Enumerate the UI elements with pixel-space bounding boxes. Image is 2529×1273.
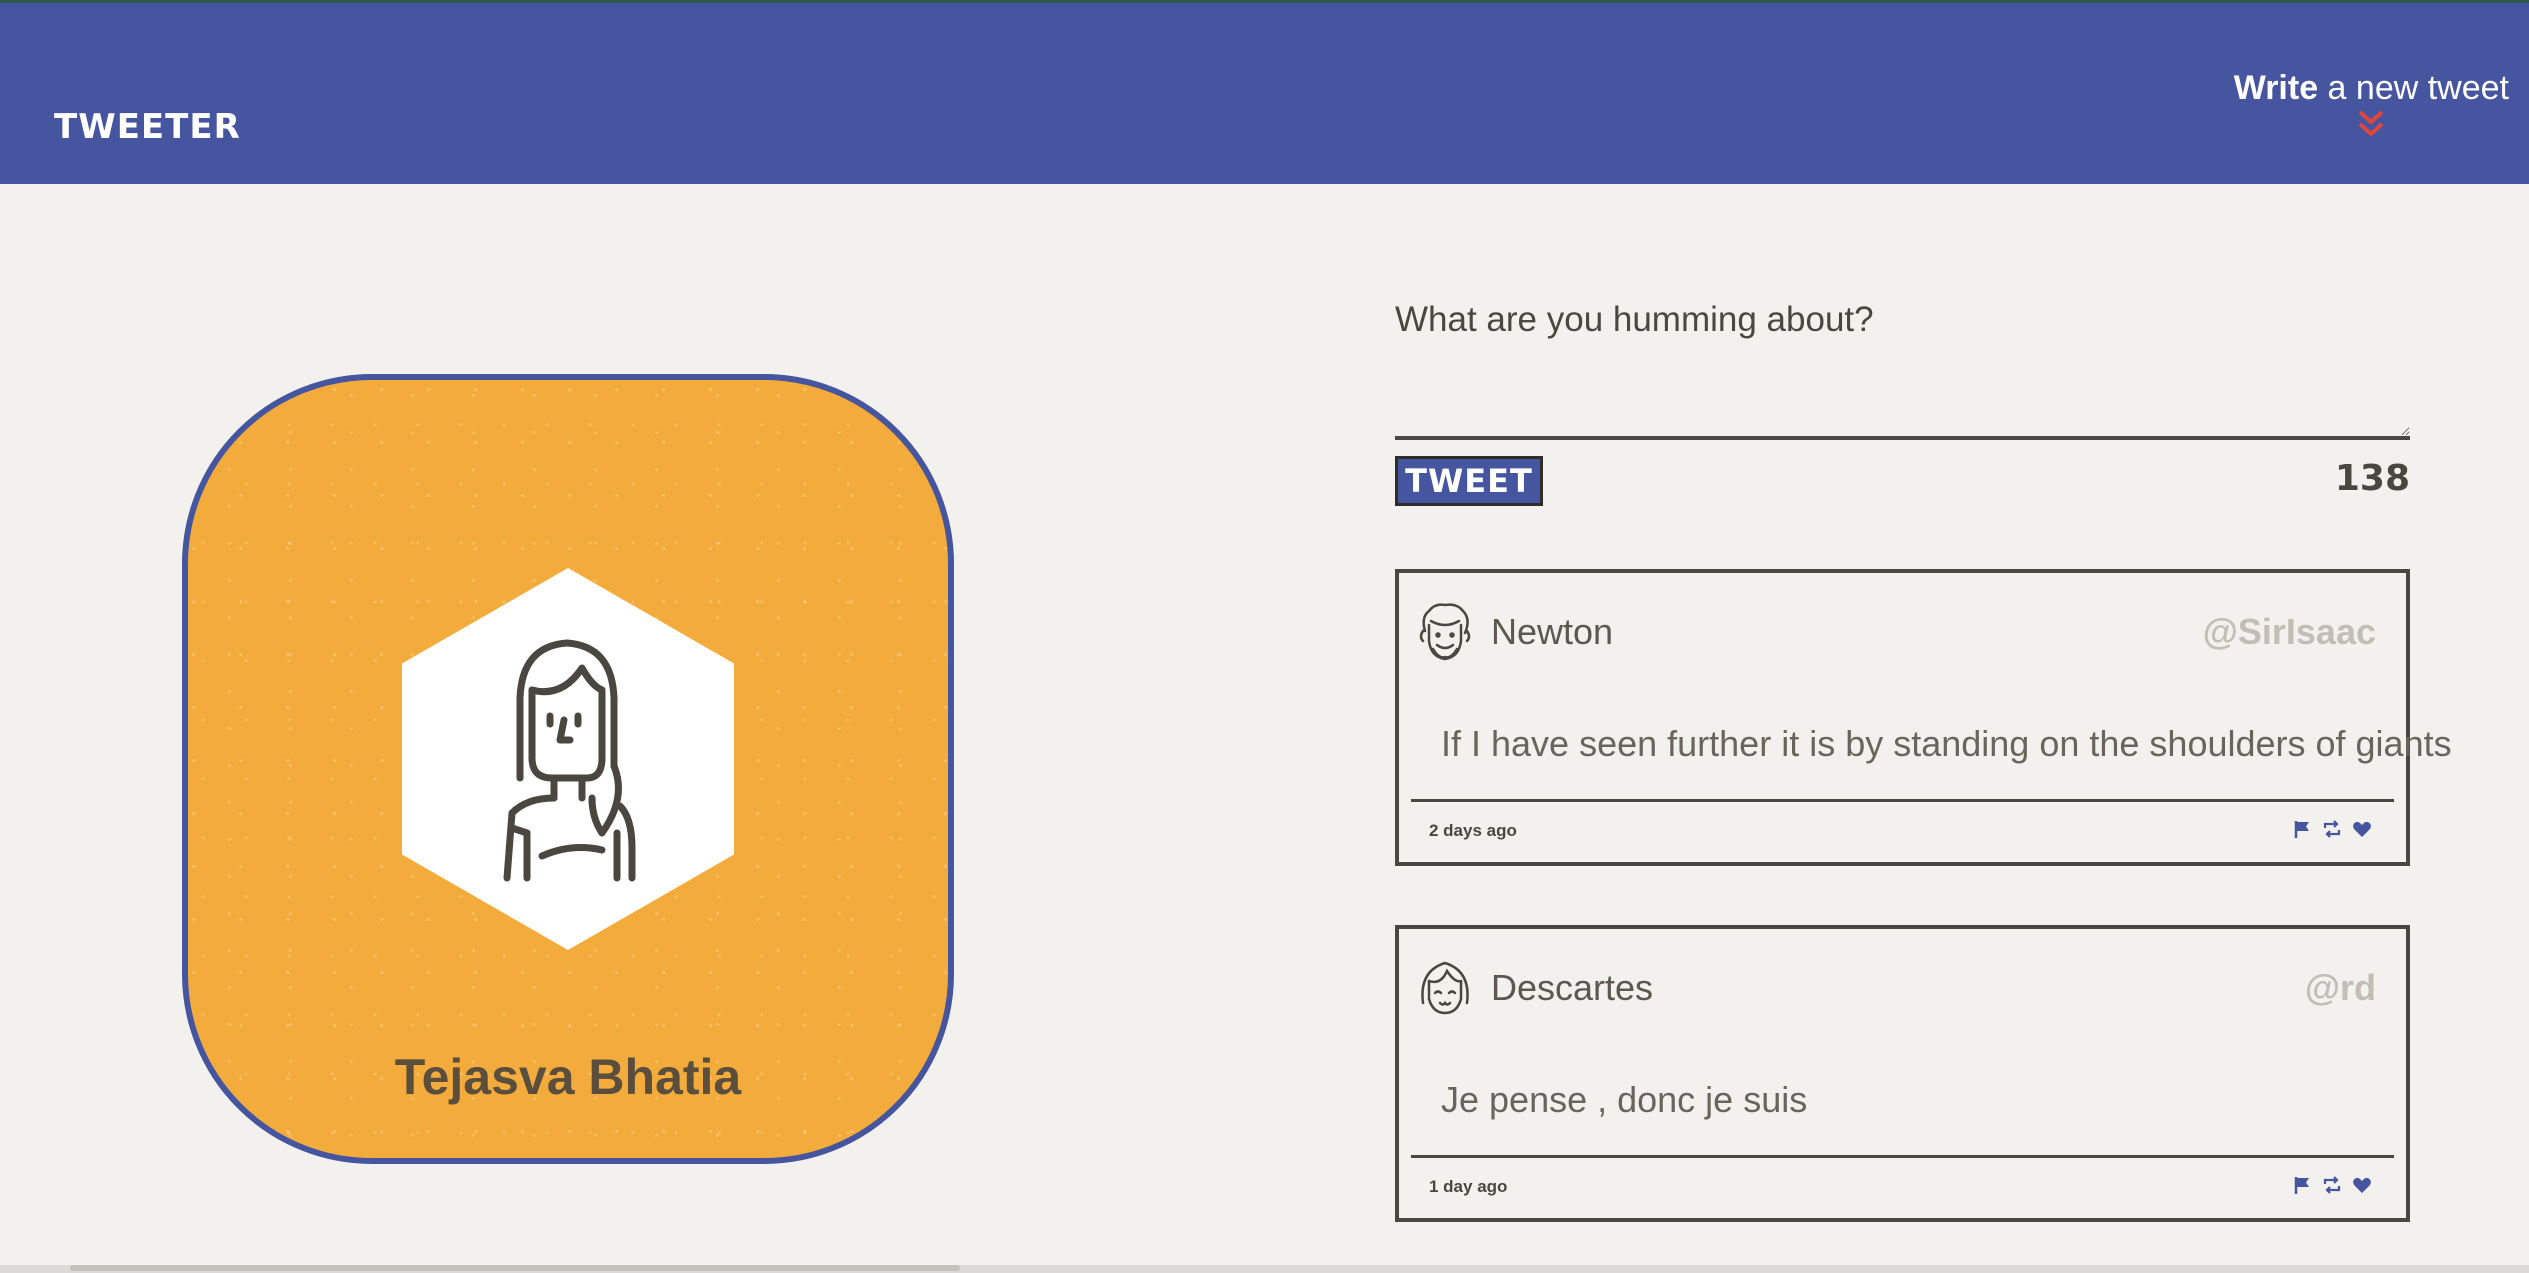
tweet-actions (2292, 819, 2372, 839)
heart-icon[interactable] (2352, 819, 2372, 839)
user-avatar-icon (503, 639, 636, 882)
heart-icon[interactable] (2352, 1175, 2372, 1195)
tweet-content: Je pense , donc je suis (1441, 1079, 1808, 1120)
retweet-icon[interactable] (2322, 1175, 2342, 1195)
write-tweet-toggle[interactable]: Write a new tweet (2234, 69, 2509, 140)
tweet-author-name: Newton (1491, 611, 1614, 652)
horizontal-scrollbar[interactable] (0, 1265, 2529, 1273)
tweet-author-handle[interactable]: @rd (2305, 967, 2376, 1009)
tweet-divider (1411, 799, 2394, 802)
profile-name: Tejasva Bhatia (394, 1049, 742, 1105)
top-nav: TWEETER Write a new tweet (0, 0, 2529, 184)
tweet-card: Descartes @rd Je pense , donc je suis 1 … (1395, 925, 2410, 1222)
tweet-submit-button[interactable]: TWEET (1395, 456, 1543, 506)
new-tweet-form: TWEET 138 (1395, 290, 2410, 516)
scrollbar-thumb[interactable] (70, 1265, 960, 1271)
flag-icon[interactable] (2292, 819, 2312, 839)
compose-actions: TWEET 138 (1395, 456, 2410, 516)
tweet-timestamp: 1 day ago (1429, 1177, 1508, 1196)
tweet-actions (2292, 1175, 2372, 1195)
retweet-icon[interactable] (2322, 819, 2342, 839)
write-tweet-rest: a new tweet (2318, 69, 2509, 107)
write-tweet-bold: Write (2233, 69, 2319, 107)
newton-avatar-icon (1419, 603, 1471, 661)
tweet-content: If I have seen further it is by standing… (1441, 723, 2452, 764)
tweet-author-name: Descartes (1491, 967, 1654, 1008)
flag-icon[interactable] (2292, 1175, 2312, 1195)
char-counter: 138 (2334, 458, 2410, 499)
tweet-card: Newton @SirIsaac If I have seen further … (1395, 569, 2452, 866)
tweet-textarea[interactable] (1395, 290, 2410, 440)
tweet-timestamp: 2 days ago (1429, 821, 1517, 840)
descartes-avatar-icon (1421, 961, 1469, 1015)
double-chevron-down-icon[interactable] (2356, 108, 2386, 140)
brand-logo[interactable]: TWEETER (54, 107, 241, 147)
tweet-author-handle[interactable]: @SirIsaac (2203, 611, 2376, 653)
profile-card: Tejasva Bhatia (182, 374, 954, 1164)
write-tweet-label[interactable]: Write a new tweet (2234, 69, 2509, 108)
tweet-divider (1411, 1155, 2394, 1158)
